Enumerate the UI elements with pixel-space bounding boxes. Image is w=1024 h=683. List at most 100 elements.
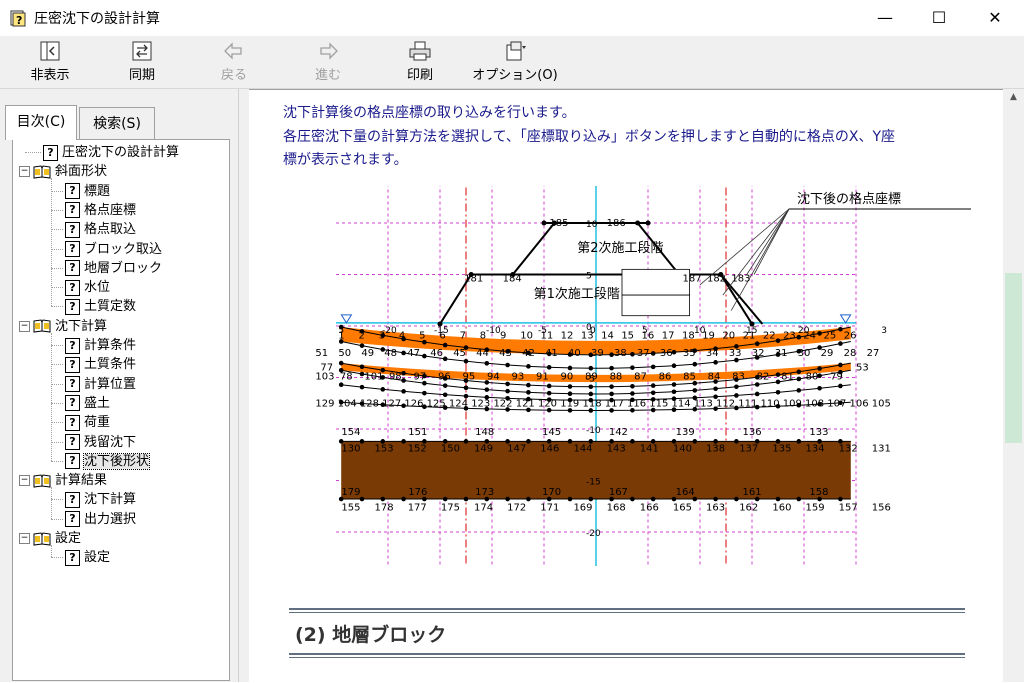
- node-label: 182: [707, 274, 726, 285]
- node-point: [838, 341, 843, 346]
- section-rule-bottom: [289, 653, 965, 658]
- node-label: 87: [634, 372, 647, 383]
- node-label: 186: [607, 218, 626, 229]
- sync-button[interactable]: 同期: [114, 40, 170, 86]
- contents-tree[interactable]: ? 圧密沈下の設計計算 − 斜面形状? 標題? 格点座標? 格点取込? ブロック取込? 地層ブロ…: [12, 139, 230, 681]
- tree-item[interactable]: ? 計算条件: [65, 336, 136, 355]
- node-label: 33: [729, 348, 742, 359]
- node-label: 91: [536, 372, 549, 383]
- node-point: [442, 356, 448, 362]
- tree-connector: [51, 364, 63, 366]
- node-label: 143: [607, 444, 626, 455]
- open-book-icon: [33, 319, 51, 333]
- collapse-icon[interactable]: −: [19, 320, 30, 332]
- node-label: 96: [438, 372, 451, 383]
- tree-item[interactable]: ? 格点取込: [65, 220, 136, 239]
- svg-text:?: ?: [16, 14, 22, 27]
- node-label: 177: [408, 502, 427, 513]
- node-label: 146: [540, 444, 559, 455]
- options-button[interactable]: オプション(O): [472, 40, 558, 86]
- tree-connector: [51, 190, 63, 192]
- tree-item[interactable]: ? 水位: [65, 278, 110, 297]
- print-button[interactable]: 印刷: [392, 40, 448, 86]
- node-label: 171: [540, 502, 559, 513]
- node-label: 11: [540, 330, 553, 341]
- tree-item[interactable]: − 斜面形状: [19, 162, 107, 181]
- tree-item[interactable]: ? 計算位置: [65, 375, 136, 394]
- tree-item[interactable]: ? 土質定数: [65, 297, 136, 316]
- node-point: [650, 351, 656, 356]
- node-point: [505, 496, 510, 502]
- tree-item[interactable]: ? 地層ブロック: [65, 259, 162, 278]
- tree-item[interactable]: − 計算結果: [19, 471, 107, 490]
- node-point: [338, 360, 344, 366]
- node-label: 175: [441, 502, 460, 513]
- collapse-icon[interactable]: −: [19, 475, 30, 487]
- printer-icon: [409, 41, 431, 61]
- tree-item[interactable]: ? 格点座標: [65, 201, 136, 220]
- help-topic-icon: ?: [65, 453, 80, 470]
- tree-item[interactable]: ? 出力選択: [65, 510, 136, 529]
- node-label: 42: [522, 348, 535, 359]
- tree-item[interactable]: ? 設定: [65, 548, 110, 567]
- window-title: 圧密沈下の設計計算: [34, 11, 160, 27]
- tab-search[interactable]: 検索(S): [79, 107, 155, 140]
- tree-connector: [51, 499, 63, 501]
- forward-button[interactable]: 進む: [300, 40, 356, 86]
- tree-item[interactable]: ? 荷重: [65, 413, 110, 432]
- node-label: 156: [872, 502, 891, 513]
- node-label: 79: [830, 372, 843, 383]
- collapse-icon[interactable]: −: [19, 166, 30, 178]
- tree-item[interactable]: ? 盛土: [65, 394, 110, 413]
- node-label: 20: [722, 330, 735, 341]
- scroll-thumb[interactable]: [1005, 273, 1022, 443]
- node-label: 9: [500, 330, 506, 341]
- collapse-icon[interactable]: −: [19, 533, 30, 544]
- node-point: [442, 392, 448, 398]
- tree-item-label: 計算条件: [84, 338, 137, 353]
- node-point: [775, 372, 781, 377]
- tree-item[interactable]: − 設定: [19, 529, 81, 548]
- node-label: 147: [507, 444, 526, 455]
- node-label: 82: [757, 372, 770, 383]
- scroll-up-icon[interactable]: ▲: [1003, 89, 1024, 106]
- tree-item[interactable]: ? 標題: [65, 182, 110, 201]
- node-point: [630, 365, 635, 370]
- tree-item[interactable]: ? 圧密沈下の設計計算: [43, 143, 179, 162]
- node-point: [359, 384, 365, 390]
- tree-item-label: 計算結果: [55, 473, 108, 489]
- node-label: 105: [872, 398, 891, 409]
- back-button[interactable]: 戻る: [206, 40, 262, 86]
- node-point: [526, 439, 531, 444]
- node-point: [796, 496, 802, 502]
- node-label: 115: [649, 398, 668, 409]
- node-label: 178: [375, 502, 394, 513]
- vertical-scrollbar[interactable]: ▲: [1003, 89, 1024, 682]
- tree-item-label: 土質定数: [84, 299, 137, 315]
- minimize-button[interactable]: —: [862, 0, 908, 36]
- node-label: 106: [850, 398, 869, 409]
- tree-item[interactable]: ? 残留沈下: [65, 433, 136, 452]
- node-label: 36: [660, 348, 673, 359]
- tree-item[interactable]: ? 土質条件: [65, 355, 136, 374]
- tree-item[interactable]: ? 沈下後形状: [65, 452, 151, 471]
- tree-item[interactable]: ? ブロック取込: [65, 240, 162, 259]
- node-point: [734, 496, 739, 502]
- tree-item-label: 格点座標: [84, 202, 137, 218]
- help-topic-icon: ?: [65, 414, 80, 431]
- node-label: 128: [360, 398, 379, 409]
- node-label: 124: [449, 398, 468, 409]
- node-label: 108: [805, 398, 824, 409]
- close-button[interactable]: ✕: [972, 0, 1018, 36]
- tree-connector: [51, 487, 52, 519]
- tree-connector: [51, 267, 63, 269]
- tab-contents[interactable]: 目次(C): [5, 105, 77, 140]
- node-point: [401, 378, 406, 383]
- tree-item[interactable]: ? 沈下計算: [65, 490, 136, 509]
- hide-button[interactable]: 非表示: [22, 40, 78, 86]
- maximize-button[interactable]: ☐: [916, 0, 962, 36]
- node-point: [796, 376, 802, 382]
- node-label: 152: [408, 444, 427, 455]
- tree-item[interactable]: − 沈下計算: [19, 317, 107, 336]
- node-point: [713, 386, 718, 392]
